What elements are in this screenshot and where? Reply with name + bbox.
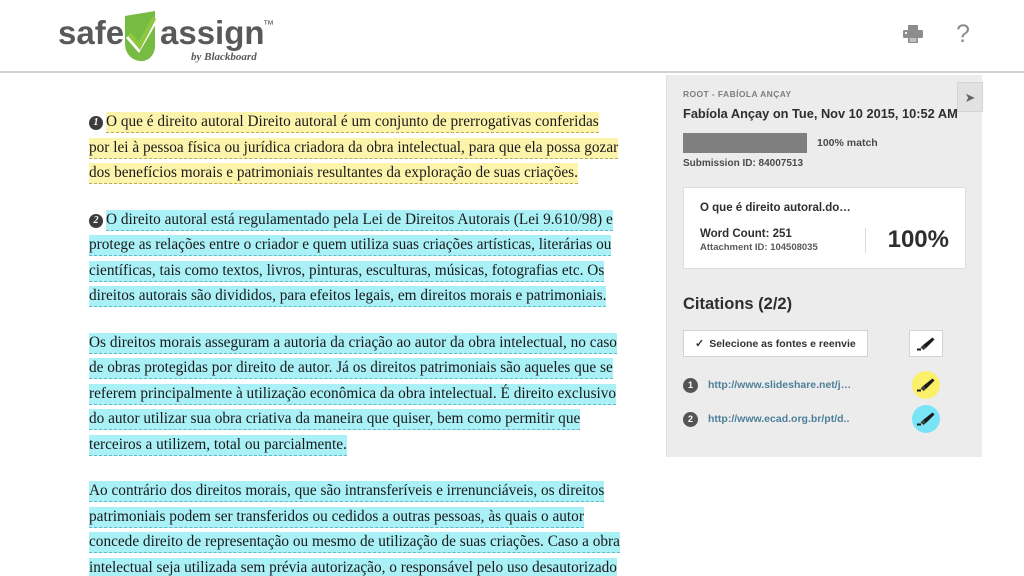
safeassign-report-page: safe assign ™ by Blackboard ? 1 O que é … [0, 0, 1024, 576]
attachment-stats: Word Count: 251 Attachment ID: 104508035 [700, 227, 866, 253]
match-row: 100% match [683, 133, 966, 153]
document-paragraph: Os direitos morais asseguram a autoria d… [89, 330, 620, 458]
highlighter-icon [917, 337, 935, 350]
citation-item[interactable]: 1 http://www.slideshare.net/j… [683, 371, 966, 399]
resubmit-sources-button[interactable]: ✓ Selecione as fontes e reenvie [683, 330, 868, 357]
help-button[interactable]: ? [950, 21, 976, 47]
citation-highlight-toggle-cyan[interactable] [912, 405, 940, 433]
citation-badge-2[interactable]: 2 [89, 213, 103, 228]
document-text-body: 1O que é direito autoral Direito autoral… [0, 75, 666, 576]
submission-title: Fabíola Ançay on Tue, Nov 10 2015, 10:52… [683, 106, 958, 121]
logo-word-assign: assign [160, 14, 265, 51]
document-paragraph: 2O direito autoral está regulamentado pe… [89, 207, 620, 309]
safeassign-logo-svg: safe assign ™ by Blackboard [58, 11, 274, 63]
match-progress-bar [683, 133, 807, 153]
breadcrumb-root: ROOT - FABÍOLA ANÇAY [683, 89, 792, 99]
paragraph-text: Ao contrário dos direitos morais, que sã… [89, 481, 620, 576]
citation-number[interactable]: 2 [683, 411, 698, 427]
citation-item[interactable]: 2 http://www.ecad.org.br/pt/d.. [683, 405, 966, 433]
logo-word-safe: safe [58, 14, 124, 51]
citation-url[interactable]: http://www.slideshare.net/j… [708, 379, 851, 391]
submission-summary: ROOT - FABÍOLA ANÇAY Fabíola Ançay on Tu… [667, 89, 982, 169]
check-icon: ✓ [695, 338, 705, 350]
app-header: safe assign ™ by Blackboard ? [0, 0, 1024, 73]
logo-tagline: by Blackboard [191, 51, 257, 63]
print-button[interactable] [900, 21, 926, 47]
sidebar-panel: ➤ ROOT - FABÍOLA ANÇAY Fabíola Ançay on … [666, 75, 983, 457]
highlighter-icon [917, 412, 935, 426]
resubmit-sources-label: Selecione as fontes e reenvie [709, 337, 856, 350]
attachment-match-percent: 100% [887, 226, 949, 253]
citations-actions: ✓ Selecione as fontes e reenvie [683, 330, 966, 357]
paragraph-text: O direito autoral está regulamentado pel… [89, 209, 613, 307]
citation-url[interactable]: http://www.ecad.org.br/pt/d.. [708, 413, 849, 425]
highlighter-icon [917, 378, 935, 392]
document-paragraph: 1O que é direito autoral Direito autoral… [89, 109, 620, 186]
citation-left: 2 http://www.ecad.org.br/pt/d.. [683, 411, 849, 427]
attachment-id: Attachment ID: 104508035 [700, 241, 818, 253]
citation-badge-1[interactable]: 1 [89, 116, 103, 130]
citation-left: 1 http://www.slideshare.net/j… [683, 377, 851, 393]
safeassign-logo: safe assign ™ by Blackboard [56, 8, 306, 66]
logo-trademark: ™ [263, 19, 274, 31]
attachment-filename: O que é direito autoral.do… [700, 202, 851, 214]
sidebar-expand-button[interactable]: ➤ [957, 82, 983, 112]
document-pane[interactable]: 1O que é direito autoral Direito autoral… [0, 75, 666, 576]
chevron-right-icon: ➤ [964, 89, 976, 105]
header-actions: ? [900, 21, 976, 47]
attachment-card-body: Word Count: 251 Attachment ID: 104508035… [700, 226, 949, 254]
document-paragraph: Ao contrário dos direitos morais, que sã… [89, 478, 620, 576]
citation-highlight-toggle-yellow[interactable] [912, 371, 940, 399]
attachment-card[interactable]: O que é direito autoral.do… Word Count: … [683, 187, 966, 269]
paragraph-text: O que é direito autoral Direito autoral … [89, 112, 619, 184]
citation-number[interactable]: 1 [683, 377, 698, 393]
citations-heading: Citations (2/2) [683, 295, 793, 313]
submission-id: Submission ID: 84007513 [683, 158, 804, 169]
highlight-toggle-button[interactable] [909, 330, 943, 357]
printer-icon [903, 25, 923, 43]
paragraph-text: Os direitos morais asseguram a autoria d… [89, 332, 617, 456]
word-count: Word Count: 251 [700, 227, 792, 240]
match-percent-label: 100% match [817, 137, 878, 149]
help-icon: ? [956, 20, 970, 48]
report-sidebar: ➤ ROOT - FABÍOLA ANÇAY Fabíola Ançay on … [666, 75, 1024, 576]
